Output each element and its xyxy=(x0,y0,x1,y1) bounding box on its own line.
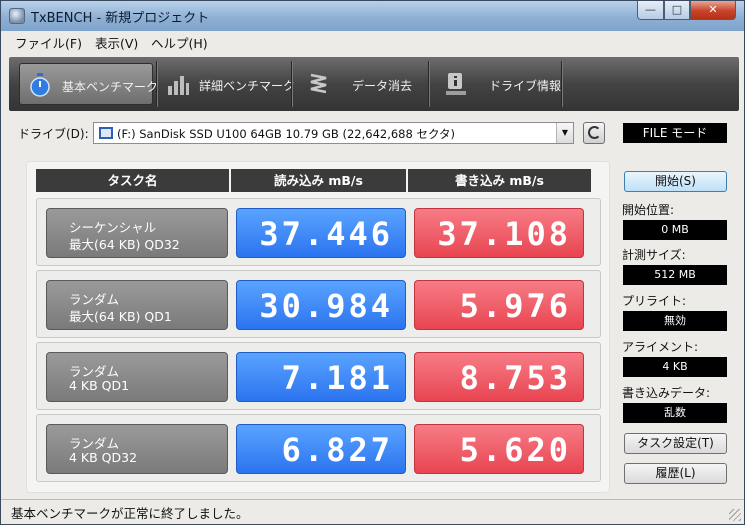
resize-grip[interactable] xyxy=(729,509,741,521)
result-row: シーケンシャル 最大(64 KB) QD32 37.446 37.108 xyxy=(36,198,601,266)
tab-drive-info[interactable]: ドライブ情報 xyxy=(433,63,563,105)
tab-data-erase[interactable]: データ消去 xyxy=(296,63,426,105)
prewrite-label: プリライト: xyxy=(622,294,687,308)
tab-basic-label: 基本ベンチマーク xyxy=(62,80,159,94)
window-title: TxBENCH - 新規プロジェクト xyxy=(31,11,210,26)
tab-erase-label: データ消去 xyxy=(352,79,413,93)
drive-selected-value: (F:) SanDisk SSD U100 64GB 10.79 GB (22,… xyxy=(117,127,455,141)
start-position-value: 0 MB xyxy=(623,220,727,240)
close-button[interactable]: ✕ xyxy=(690,1,736,20)
drive-label: ドライブ(D): xyxy=(18,127,89,141)
result-row: ランダム 4 KB QD32 6.827 5.620 xyxy=(36,414,601,482)
refresh-icon xyxy=(588,126,601,139)
header-read: 読み込み mB/s xyxy=(231,169,406,192)
spring-icon xyxy=(310,73,327,94)
write-result: 5.976 xyxy=(414,280,584,330)
write-result: 5.620 xyxy=(414,424,584,474)
result-row: ランダム 最大(64 KB) QD1 30.984 5.976 xyxy=(36,270,601,338)
header-task-name: タスク名 xyxy=(36,169,229,192)
write-data-label: 書き込みデータ: xyxy=(622,386,711,400)
task-name-line2: 4 KB QD1 xyxy=(69,378,130,393)
menu-file[interactable]: ファイル(F) xyxy=(15,33,82,52)
prewrite-value: 無効 xyxy=(623,311,727,331)
task-button-rand-4k-qd32[interactable]: ランダム 4 KB QD32 xyxy=(46,424,228,474)
chevron-down-icon[interactable]: ▼ xyxy=(556,123,573,143)
toolbar-separator xyxy=(428,61,430,107)
menu-help[interactable]: ヘルプ(H) xyxy=(151,33,208,52)
menu-bar: ファイル(F) 表示(V) ヘルプ(H) xyxy=(1,31,744,52)
start-button[interactable]: 開始(S) xyxy=(624,171,727,192)
task-settings-button[interactable]: タスク設定(T) xyxy=(624,433,727,454)
task-button-rand-64k-qd1[interactable]: ランダム 最大(64 KB) QD1 xyxy=(46,280,228,330)
title-bar[interactable]: TxBENCH - 新規プロジェクト — □ ✕ xyxy=(1,1,744,31)
maximize-button[interactable]: □ xyxy=(664,1,690,20)
refresh-button[interactable] xyxy=(583,122,605,144)
read-result: 6.827 xyxy=(236,424,406,474)
toolbar: 基本ベンチマーク 詳細ベンチマーク データ消去 ドライブ情報 xyxy=(9,57,739,111)
task-button-seq-qd32[interactable]: シーケンシャル 最大(64 KB) QD32 xyxy=(46,208,228,258)
tab-detail-label: 詳細ベンチマーク xyxy=(199,79,296,93)
drive-info-icon xyxy=(446,73,466,95)
app-window: TxBENCH - 新規プロジェクト — □ ✕ ファイル(F) 表示(V) ヘ… xyxy=(0,0,745,525)
task-name-line2: 最大(64 KB) QD1 xyxy=(69,309,172,324)
bar-chart-icon xyxy=(168,76,189,95)
tab-detail-benchmark[interactable]: 詳細ベンチマーク xyxy=(161,63,295,105)
file-mode-indicator: FILE モード xyxy=(623,123,727,143)
read-result: 37.446 xyxy=(236,208,406,258)
toolbar-separator xyxy=(561,61,563,107)
task-name-line2: 4 KB QD32 xyxy=(69,450,138,465)
tab-basic-benchmark[interactable]: 基本ベンチマーク xyxy=(19,63,158,105)
header-write: 書き込み mB/s xyxy=(408,169,591,192)
alignment-label: アライメント: xyxy=(622,340,699,354)
measure-size-value: 512 MB xyxy=(623,265,727,285)
status-bar: 基本ベンチマークが正常に終了しました。 xyxy=(1,499,744,524)
result-row: ランダム 4 KB QD1 7.181 8.753 xyxy=(36,342,601,410)
measure-size-label: 計測サイズ: xyxy=(622,248,686,262)
toolbar-separator xyxy=(156,61,158,107)
toolbar-separator xyxy=(291,61,293,107)
status-text: 基本ベンチマークが正常に終了しました。 xyxy=(11,506,249,521)
drive-icon xyxy=(99,127,113,139)
app-icon xyxy=(9,8,25,24)
stopwatch-icon xyxy=(30,73,50,97)
alignment-value: 4 KB xyxy=(623,357,727,377)
menu-view[interactable]: 表示(V) xyxy=(95,33,138,52)
write-result: 37.108 xyxy=(414,208,584,258)
history-button[interactable]: 履歴(L) xyxy=(624,463,727,484)
tab-info-label: ドライブ情報 xyxy=(489,79,562,93)
write-data-value: 乱数 xyxy=(623,403,727,423)
drive-select[interactable]: (F:) SanDisk SSD U100 64GB 10.79 GB (22,… xyxy=(93,122,574,144)
write-result: 8.753 xyxy=(414,352,584,402)
read-result: 30.984 xyxy=(236,280,406,330)
minimize-button[interactable]: — xyxy=(637,1,664,20)
task-name-line2: 最大(64 KB) QD32 xyxy=(69,237,180,252)
task-button-rand-4k-qd1[interactable]: ランダム 4 KB QD1 xyxy=(46,352,228,402)
start-position-label: 開始位置: xyxy=(622,203,675,217)
read-result: 7.181 xyxy=(236,352,406,402)
